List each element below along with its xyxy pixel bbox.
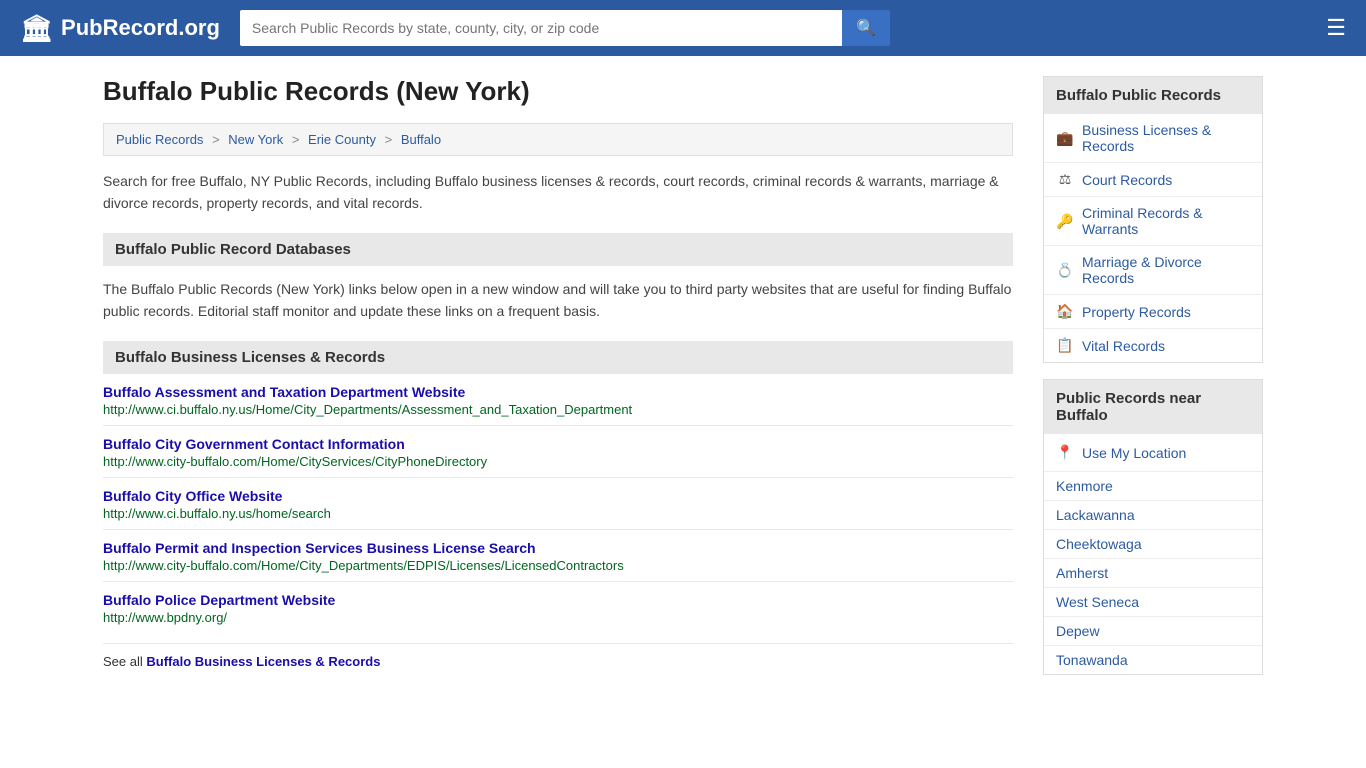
sidebar-link[interactable]: Court Records: [1082, 172, 1172, 188]
page-title: Buffalo Public Records (New York): [103, 76, 1013, 107]
record-entry: Buffalo Assessment and Taxation Departme…: [103, 374, 1013, 426]
sidebar-link[interactable]: Vital Records: [1082, 338, 1165, 354]
nearby-city-item[interactable]: Depew: [1044, 617, 1262, 646]
intro-text: Search for free Buffalo, NY Public Recor…: [103, 170, 1013, 215]
record-title: Buffalo Police Department Website: [103, 592, 1013, 608]
sidebar-nearby-box: Public Records near Buffalo 📍 Use My Loc…: [1043, 379, 1263, 675]
category-heading: Buffalo Business Licenses & Records: [103, 341, 1013, 374]
sidebar-link[interactable]: Marriage & Divorce Records: [1082, 254, 1250, 286]
databases-heading: Buffalo Public Record Databases: [103, 233, 1013, 266]
record-title: Buffalo City Government Contact Informat…: [103, 436, 1013, 452]
use-my-location-link[interactable]: Use My Location: [1082, 445, 1186, 461]
sidebar-link-icon: ⚖: [1056, 171, 1074, 188]
record-link[interactable]: Buffalo City Government Contact Informat…: [103, 436, 405, 452]
sidebar-link-item[interactable]: 🔑 Criminal Records & Warrants: [1044, 197, 1262, 246]
breadcrumb-buffalo[interactable]: Buffalo: [401, 132, 441, 147]
nearby-city-item[interactable]: Amherst: [1044, 559, 1262, 588]
record-link[interactable]: Buffalo City Office Website: [103, 488, 282, 504]
record-entry: Buffalo City Office Website http://www.c…: [103, 478, 1013, 530]
sidebar-link-item[interactable]: 💼 Business Licenses & Records: [1044, 114, 1262, 163]
use-my-location[interactable]: 📍 Use My Location: [1044, 434, 1262, 472]
sidebar-link-icon: 💍: [1056, 262, 1074, 279]
sidebar-link-icon: 💼: [1056, 130, 1074, 147]
sidebar-link-item[interactable]: 💍 Marriage & Divorce Records: [1044, 246, 1262, 295]
logo-icon: 🏛: [20, 13, 53, 44]
record-url: http://www.bpdny.org/: [103, 610, 1013, 625]
see-all-line: See all Buffalo Business Licenses & Reco…: [103, 643, 1013, 669]
see-all-prefix: See all: [103, 654, 146, 669]
record-url: http://www.city-buffalo.com/Home/CitySer…: [103, 454, 1013, 469]
breadcrumb-erie-county[interactable]: Erie County: [308, 132, 376, 147]
search-input[interactable]: [240, 10, 842, 46]
sidebar-link-item[interactable]: 📋 Vital Records: [1044, 329, 1262, 362]
menu-button[interactable]: ☰: [1326, 15, 1346, 41]
record-title: Buffalo Permit and Inspection Services B…: [103, 540, 1013, 556]
search-icon: 🔍: [856, 20, 876, 37]
records-list: Buffalo Assessment and Taxation Departme…: [103, 374, 1013, 633]
record-link[interactable]: Buffalo Permit and Inspection Services B…: [103, 540, 536, 556]
nearby-city-list: KenmoreLackawannaCheektowagaAmherstWest …: [1044, 472, 1262, 674]
breadcrumb-new-york[interactable]: New York: [228, 132, 283, 147]
breadcrumb-sep-2: >: [292, 132, 303, 147]
record-link[interactable]: Buffalo Assessment and Taxation Departme…: [103, 384, 465, 400]
sidebar-records-title: Buffalo Public Records: [1044, 77, 1262, 114]
sidebar-link-item[interactable]: ⚖ Court Records: [1044, 163, 1262, 197]
nearby-city-item[interactable]: Kenmore: [1044, 472, 1262, 501]
sidebar-link[interactable]: Criminal Records & Warrants: [1082, 205, 1250, 237]
search-form: 🔍: [240, 10, 890, 46]
record-link[interactable]: Buffalo Police Department Website: [103, 592, 335, 608]
location-icon: 📍: [1056, 444, 1074, 461]
see-all-link[interactable]: Buffalo Business Licenses & Records: [146, 654, 380, 669]
breadcrumb-sep-1: >: [212, 132, 223, 147]
record-url: http://www.ci.buffalo.ny.us/home/search: [103, 506, 1013, 521]
record-entry: Buffalo Police Department Website http:/…: [103, 582, 1013, 633]
breadcrumb-sep-3: >: [385, 132, 396, 147]
sidebar-link[interactable]: Property Records: [1082, 304, 1191, 320]
logo[interactable]: 🏛 PubRecord.org: [20, 13, 220, 44]
record-entry: Buffalo City Government Contact Informat…: [103, 426, 1013, 478]
logo-text: PubRecord.org: [61, 15, 220, 41]
record-title: Buffalo City Office Website: [103, 488, 1013, 504]
search-button[interactable]: 🔍: [842, 10, 890, 46]
sidebar-links-list: 💼 Business Licenses & Records ⚖ Court Re…: [1044, 114, 1262, 362]
sidebar-nearby-title: Public Records near Buffalo: [1044, 380, 1262, 434]
record-url: http://www.ci.buffalo.ny.us/Home/City_De…: [103, 402, 1013, 417]
hamburger-icon: ☰: [1326, 15, 1346, 40]
breadcrumb-public-records[interactable]: Public Records: [116, 132, 203, 147]
db-description: The Buffalo Public Records (New York) li…: [103, 278, 1013, 323]
record-entry: Buffalo Permit and Inspection Services B…: [103, 530, 1013, 582]
sidebar-records-box: Buffalo Public Records 💼 Business Licens…: [1043, 76, 1263, 363]
sidebar-link-icon: 🔑: [1056, 213, 1074, 230]
sidebar-link-icon: 📋: [1056, 337, 1074, 354]
breadcrumb: Public Records > New York > Erie County …: [103, 123, 1013, 156]
sidebar-link[interactable]: Business Licenses & Records: [1082, 122, 1250, 154]
nearby-city-item[interactable]: Lackawanna: [1044, 501, 1262, 530]
sidebar-link-icon: 🏠: [1056, 303, 1074, 320]
record-title: Buffalo Assessment and Taxation Departme…: [103, 384, 1013, 400]
nearby-city-item[interactable]: Cheektowaga: [1044, 530, 1262, 559]
record-url: http://www.city-buffalo.com/Home/City_De…: [103, 558, 1013, 573]
sidebar-link-item[interactable]: 🏠 Property Records: [1044, 295, 1262, 329]
nearby-city-item[interactable]: Tonawanda: [1044, 646, 1262, 674]
nearby-city-item[interactable]: West Seneca: [1044, 588, 1262, 617]
